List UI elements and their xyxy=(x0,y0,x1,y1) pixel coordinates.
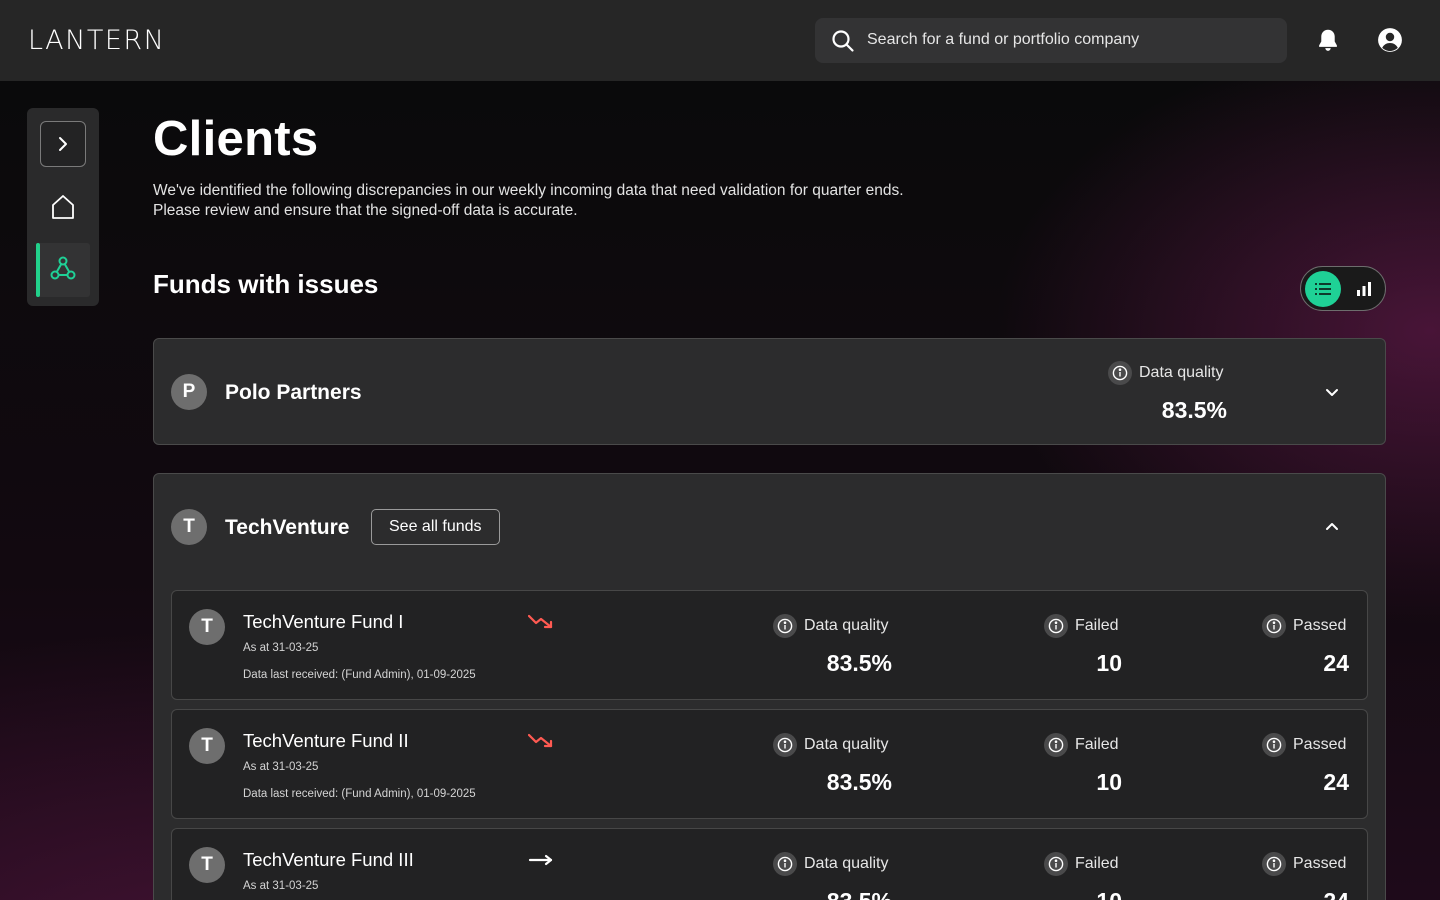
chevron-up-icon[interactable] xyxy=(1324,519,1340,535)
list-view-button[interactable] xyxy=(1305,271,1341,307)
view-toggle xyxy=(1300,266,1386,311)
fund-row[interactable]: T TechVenture Fund I As at 31-03-25 Data… xyxy=(171,590,1368,700)
sidebar-expand-button[interactable] xyxy=(40,121,86,167)
client-name: TechVenture xyxy=(225,516,350,539)
fund-name: TechVenture Fund I xyxy=(243,611,404,632)
data-quality-label: Data quality xyxy=(773,614,889,638)
data-quality-text: Data quality xyxy=(804,855,889,872)
passed-value: 24 xyxy=(1269,888,1349,900)
failed-value: 10 xyxy=(1096,650,1122,676)
info-icon[interactable] xyxy=(1044,852,1068,876)
client-avatar: P xyxy=(171,374,207,410)
home-icon[interactable] xyxy=(51,194,75,220)
lantern-logo[interactable]: LANTERN xyxy=(28,24,166,56)
chevron-down-icon[interactable] xyxy=(1324,384,1340,400)
data-quality-value: 83.5% xyxy=(1161,397,1227,423)
passed-text: Passed xyxy=(1293,855,1347,872)
fund-last-received: Data last received: (Fund Admin), 01-09-… xyxy=(243,669,476,681)
see-all-funds-button[interactable]: See all funds xyxy=(371,509,500,545)
data-quality-label: Data quality xyxy=(1108,361,1224,385)
fund-row[interactable]: T TechVenture Fund III As at 31-03-25 Da… xyxy=(171,828,1368,900)
passed-label: Passed xyxy=(1262,733,1346,757)
info-icon[interactable] xyxy=(1262,614,1286,638)
logo-text: LANTERN xyxy=(28,24,166,56)
chart-view-button[interactable] xyxy=(1353,278,1375,300)
data-quality-value: 83.5% xyxy=(792,888,892,900)
main-content: Clients We've identified the following d… xyxy=(0,0,1440,900)
fund-as-at: As at 31-03-25 xyxy=(243,761,319,773)
info-icon[interactable] xyxy=(773,852,797,876)
bell-icon[interactable] xyxy=(1315,27,1341,53)
passed-label: Passed xyxy=(1262,614,1346,638)
section-title: Funds with issues xyxy=(153,269,379,299)
fund-as-at: As at 31-03-25 xyxy=(243,642,319,654)
failed-text: Failed xyxy=(1075,617,1119,634)
sidebar-item-clients[interactable] xyxy=(36,243,90,297)
info-icon[interactable] xyxy=(1044,614,1068,638)
info-icon[interactable] xyxy=(1262,852,1286,876)
data-quality-label: Data quality xyxy=(773,852,889,876)
data-quality-value: 83.5% xyxy=(826,769,892,795)
data-quality-text: Data quality xyxy=(1139,364,1224,381)
info-icon[interactable] xyxy=(773,614,797,638)
page-title: Clients xyxy=(153,112,319,166)
active-indicator xyxy=(36,243,40,297)
fund-avatar: T xyxy=(189,609,225,645)
account-icon[interactable] xyxy=(1377,27,1403,53)
failed-label: Failed xyxy=(1044,733,1119,757)
passed-text: Passed xyxy=(1293,617,1347,634)
page-description: We've identified the following discrepan… xyxy=(153,182,904,219)
data-quality-text: Data quality xyxy=(804,736,889,753)
info-icon[interactable] xyxy=(1108,361,1132,385)
fund-last-received: Data last received: (Fund Admin), 01-09-… xyxy=(243,788,476,800)
failed-text: Failed xyxy=(1075,855,1119,872)
info-icon[interactable] xyxy=(1262,733,1286,757)
data-quality-text: Data quality xyxy=(804,617,889,634)
trend-flat-icon xyxy=(528,854,553,866)
client-card-techventure: T TechVenture See all funds T TechVentur… xyxy=(153,473,1386,900)
failed-value: 10 xyxy=(1042,888,1122,900)
fund-avatar: T xyxy=(189,847,225,883)
failed-label: Failed xyxy=(1044,852,1119,876)
client-name: Polo Partners xyxy=(225,381,362,404)
failed-value: 10 xyxy=(1096,769,1122,795)
search-icon xyxy=(832,30,854,52)
passed-value: 24 xyxy=(1323,769,1349,795)
list-icon xyxy=(1315,283,1331,295)
info-icon[interactable] xyxy=(773,733,797,757)
fund-name: TechVenture Fund III xyxy=(243,849,414,870)
failed-label: Failed xyxy=(1044,614,1119,638)
fund-row[interactable]: T TechVenture Fund II As at 31-03-25 Dat… xyxy=(171,709,1368,819)
client-card-polo-partners[interactable]: P Polo Partners Data quality 83.5% xyxy=(153,338,1386,445)
passed-value: 24 xyxy=(1323,650,1349,676)
top-bar: LANTERN Search for a fund or portfolio c… xyxy=(0,0,1440,81)
sidebar xyxy=(27,108,99,306)
chevron-right-icon xyxy=(59,137,67,151)
fund-name: TechVenture Fund II xyxy=(243,730,409,751)
info-icon[interactable] xyxy=(1044,733,1068,757)
fund-as-at: As at 31-03-25 xyxy=(243,880,319,892)
data-quality-value: 83.5% xyxy=(826,650,892,676)
fund-avatar: T xyxy=(189,728,225,764)
bar-chart-icon xyxy=(1357,282,1371,296)
trend-down-icon xyxy=(528,733,553,748)
data-quality-label: Data quality xyxy=(773,733,889,757)
passed-label: Passed xyxy=(1262,852,1346,876)
client-avatar: T xyxy=(171,509,207,545)
network-icon xyxy=(50,256,76,280)
search-input[interactable]: Search for a fund or portfolio company xyxy=(867,31,1139,49)
trend-down-icon xyxy=(528,614,553,629)
search-bar[interactable]: Search for a fund or portfolio company xyxy=(815,18,1287,63)
passed-text: Passed xyxy=(1293,736,1347,753)
failed-text: Failed xyxy=(1075,736,1119,753)
